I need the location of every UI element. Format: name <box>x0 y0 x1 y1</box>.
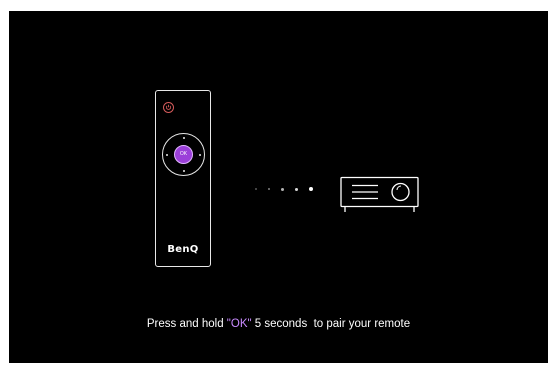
progress-dot <box>281 187 284 191</box>
remote-control-illustration: OK BenQ <box>155 90 211 267</box>
pairing-instruction: Press and hold "OK" 5 seconds to pair yo… <box>9 318 548 330</box>
projector-icon <box>340 176 420 219</box>
instruction-suffix: to pair your remote <box>310 318 411 330</box>
dpad-left-icon <box>166 153 168 156</box>
progress-dot <box>268 188 270 190</box>
pairing-screen: OK BenQ Press and hold "OK" 5 seconds to… <box>9 11 548 363</box>
power-icon <box>163 102 174 113</box>
dpad-up-icon <box>182 137 185 139</box>
ok-key-highlight: "OK" <box>226 318 252 330</box>
dpad-right-icon <box>199 153 201 156</box>
instruction-prefix: Press and hold <box>146 318 227 330</box>
progress-dot <box>309 187 313 191</box>
brand-logo: BenQ <box>167 244 199 255</box>
progress-dot <box>255 188 257 190</box>
ok-button: OK <box>174 145 193 164</box>
progress-dot <box>295 187 298 191</box>
dpad-ring: OK <box>162 133 205 176</box>
instruction-middle: 5 seconds <box>251 318 311 330</box>
dpad-down-icon <box>182 170 185 172</box>
